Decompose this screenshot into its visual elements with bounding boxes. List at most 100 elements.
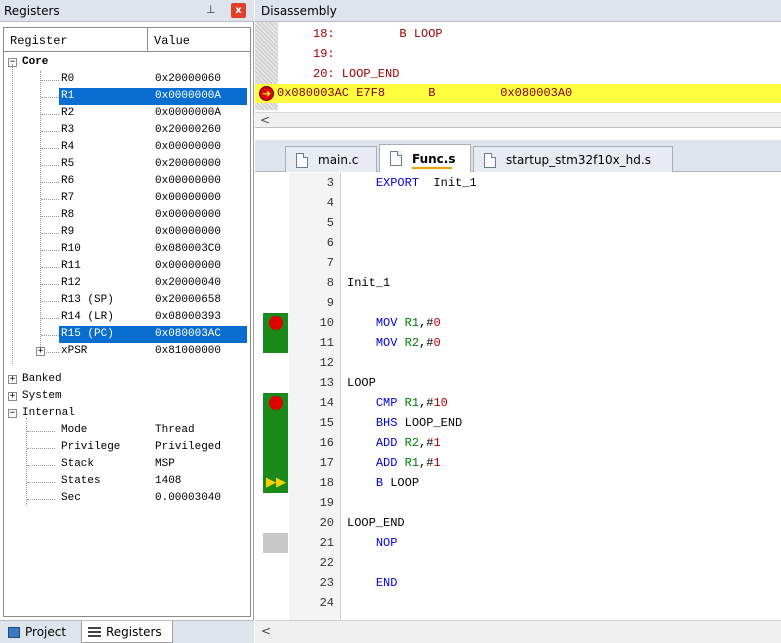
disassembly-editor-area: Disassembly 18: B LOOP 19: 20: LOOP_END …: [255, 0, 781, 643]
collapse-icon[interactable]: −: [8, 409, 17, 418]
expand-icon[interactable]: +: [8, 392, 17, 401]
register-row[interactable]: R5 0x20000000: [4, 156, 250, 173]
expand-icon[interactable]: +: [8, 375, 17, 384]
register-row[interactable]: R8 0x00000000: [4, 207, 250, 224]
column-header-value[interactable]: Value: [148, 28, 190, 51]
registers-titlebar: Registers ⊥ x: [0, 0, 254, 22]
register-row[interactable]: R1 0x0000000A: [4, 88, 250, 105]
register-value[interactable]: 0x0000000A: [155, 88, 221, 105]
register-row[interactable]: R0 0x20000060: [4, 71, 250, 88]
pin-icon[interactable]: ⊥: [206, 3, 216, 16]
register-value[interactable]: 0x00000000: [155, 258, 221, 275]
code-line[interactable]: EXPORT Init_1: [347, 173, 477, 193]
register-row[interactable]: R12 0x20000040: [4, 275, 250, 292]
column-header-register[interactable]: Register: [4, 28, 148, 51]
register-value[interactable]: 0x08000393: [155, 309, 221, 326]
code-line[interactable]: MOV R2,#0: [347, 333, 441, 353]
editor-hscrollbar[interactable]: <: [255, 620, 781, 643]
breakpoint-icon[interactable]: [269, 316, 283, 330]
code-line[interactable]: NOP: [347, 533, 398, 553]
register-row[interactable]: R7 0x00000000: [4, 190, 250, 207]
tab-label: Project: [25, 625, 67, 639]
register-value[interactable]: 0x20000658: [155, 292, 221, 309]
code-coverage-marker: [263, 533, 288, 553]
tree-line: [41, 182, 59, 183]
tab-main-c[interactable]: main.c: [285, 146, 377, 172]
register-row[interactable]: R14 (LR) 0x08000393: [4, 309, 250, 326]
code-line[interactable]: ADD R1,#1: [347, 453, 441, 473]
expand-icon[interactable]: +: [36, 347, 45, 356]
internal-row[interactable]: Sec 0.00003040: [4, 490, 250, 507]
internal-row[interactable]: Mode Thread: [4, 422, 250, 439]
code-line[interactable]: B LOOP: [347, 473, 419, 493]
internal-name: Mode: [61, 424, 88, 436]
register-name: R12: [61, 277, 81, 289]
line-number: 20: [319, 516, 334, 530]
register-row[interactable]: R13 (SP) 0x20000658: [4, 292, 250, 309]
register-value[interactable]: 0x20000000: [155, 156, 221, 173]
register-value[interactable]: 0x00000000: [155, 190, 221, 207]
line-number: 5: [326, 216, 334, 230]
register-value[interactable]: 0x20000060: [155, 71, 221, 88]
close-icon[interactable]: x: [231, 3, 246, 18]
code-line[interactable]: ADD R2,#1: [347, 433, 441, 453]
register-row[interactable]: R6 0x00000000: [4, 173, 250, 190]
tree-line: [41, 318, 59, 319]
register-row[interactable]: R4 0x00000000: [4, 139, 250, 156]
line-number: 23: [319, 576, 334, 590]
register-value[interactable]: 0x00000000: [155, 139, 221, 156]
register-row[interactable]: + xPSR 0x81000000: [4, 343, 250, 360]
register-row[interactable]: R11 0x00000000: [4, 258, 250, 275]
register-value[interactable]: 0x81000000: [155, 343, 221, 360]
register-value[interactable]: 0x20000260: [155, 122, 221, 139]
register-name: R7: [61, 192, 75, 204]
register-row[interactable]: R10 0x080003C0: [4, 241, 250, 258]
register-value[interactable]: 0x20000040: [155, 275, 221, 292]
tree-node-banked[interactable]: + Banked: [4, 371, 250, 388]
registers-table: Register Value − Core R0 0x20000060 R1 0x00…: [3, 27, 251, 617]
line-number: 11: [319, 336, 334, 350]
file-icon: [484, 153, 496, 168]
code-line[interactable]: CMP R1,#10: [347, 393, 448, 413]
register-value[interactable]: 0x080003C0: [155, 241, 221, 258]
line-number: 4: [326, 196, 334, 210]
tree-node-core[interactable]: − Core: [4, 54, 250, 71]
register-name: R6: [61, 175, 75, 187]
register-row[interactable]: R9 0x00000000: [4, 224, 250, 241]
registers-icon: [88, 626, 101, 637]
tree-line: [27, 431, 55, 432]
tab-registers[interactable]: Registers: [81, 621, 173, 643]
code-line[interactable]: MOV R1,#0: [347, 313, 441, 333]
internal-value: MSP: [155, 458, 175, 470]
internal-row[interactable]: Privilege Privileged: [4, 439, 250, 456]
disassembly-hscrollbar[interactable]: <: [255, 112, 781, 127]
register-name: R9: [61, 226, 75, 238]
code-line[interactable]: LOOP: [347, 373, 376, 393]
code-line[interactable]: Init_1: [347, 273, 390, 293]
register-value[interactable]: 0x00000000: [155, 173, 221, 190]
register-value[interactable]: 0x00000000: [155, 207, 221, 224]
scroll-left-icon[interactable]: <: [261, 624, 271, 638]
register-row[interactable]: R3 0x20000260: [4, 122, 250, 139]
tree-node-system[interactable]: + System: [4, 388, 250, 405]
internal-row[interactable]: Stack MSP: [4, 456, 250, 473]
register-value[interactable]: 0x00000000: [155, 224, 221, 241]
tree-line: [41, 80, 59, 81]
line-number: 12: [319, 356, 334, 370]
code-editor[interactable]: ▶▶ 3 EXPORT Init_1 4 5 6 7 8 Init_1 9 10 MOV R1,…: [255, 173, 781, 620]
tab-startup[interactable]: startup_stm32f10x_hd.s: [473, 146, 673, 172]
code-line[interactable]: END: [347, 573, 398, 593]
register-value[interactable]: 0x080003AC: [155, 326, 221, 343]
code-line[interactable]: LOOP_END: [347, 513, 405, 533]
tree-node-internal[interactable]: − Internal: [4, 405, 250, 422]
register-value[interactable]: 0x0000000A: [155, 105, 221, 122]
register-row[interactable]: R15 (PC) 0x080003AC: [4, 326, 250, 343]
scroll-left-icon[interactable]: <: [260, 113, 270, 127]
disassembly-view[interactable]: 18: B LOOP 19: 20: LOOP_END ➜ 0x080003AC…: [255, 22, 781, 128]
tab-func-s[interactable]: Func.s: [379, 144, 471, 172]
code-line[interactable]: BHS LOOP_END: [347, 413, 462, 433]
register-row[interactable]: R2 0x0000000A: [4, 105, 250, 122]
internal-row[interactable]: States 1408: [4, 473, 250, 490]
tab-project[interactable]: Project: [2, 621, 80, 643]
breakpoint-icon[interactable]: [269, 396, 283, 410]
